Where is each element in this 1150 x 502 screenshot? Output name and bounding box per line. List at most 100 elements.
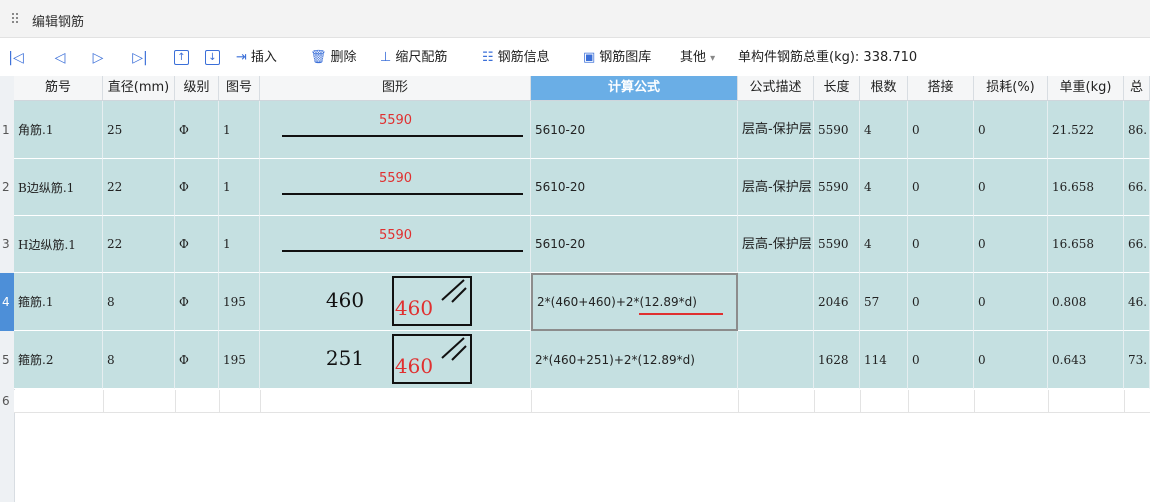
cell-lap[interactable]: 0	[908, 159, 974, 216]
cell-shape[interactable]: 5590	[260, 159, 531, 216]
cell-length[interactable]: 5590	[814, 101, 860, 159]
prev-record-button[interactable]: ◁	[52, 44, 68, 72]
row-number[interactable]: 2	[0, 159, 14, 216]
cell-count[interactable]: 4	[860, 159, 908, 216]
cell-figure-no[interactable]: 1	[219, 101, 260, 159]
cell-lap[interactable]: 0	[908, 101, 974, 159]
table-row[interactable]: 角筋.1 25 Φ 1 5590 5610-20 层高-保护层 5590 4 0 0 21.522 86…	[14, 101, 1150, 159]
cell-diameter[interactable]: 8	[103, 331, 175, 389]
move-down-button[interactable]: ↓	[205, 50, 220, 65]
cell-count[interactable]: 4	[860, 216, 908, 273]
cell-lap[interactable]: 0	[908, 273, 974, 331]
cell-count[interactable]: 4	[860, 101, 908, 159]
insert-button[interactable]: ⇥ 插入	[236, 44, 277, 72]
cell-total[interactable]: 46.	[1124, 273, 1150, 331]
cell-diameter[interactable]: 8	[103, 273, 175, 331]
col-header-diameter[interactable]: 直径(mm)	[103, 76, 175, 100]
cell-length[interactable]: 5590	[814, 216, 860, 273]
cell-lap[interactable]: 0	[908, 331, 974, 389]
cell-formula[interactable]: 2*(460+251)+2*(12.89*d)	[531, 331, 738, 389]
cell-unit-weight[interactable]: 0.643	[1048, 331, 1124, 389]
col-header-bar-no[interactable]: 筋号	[14, 76, 103, 100]
delete-button[interactable]: 🗑 删除	[310, 44, 357, 72]
cell-count[interactable]: 114	[860, 331, 908, 389]
row-number[interactable]: 4	[0, 273, 14, 331]
cell-grade[interactable]: Φ	[175, 331, 219, 389]
cell-diameter[interactable]: 22	[103, 216, 175, 273]
cell-length[interactable]: 5590	[814, 159, 860, 216]
table-row[interactable]: B边纵筋.1 22 Φ 1 5590 5610-20 层高-保护层 5590 4 0 0 16.658…	[14, 159, 1150, 216]
cell-loss[interactable]: 0	[974, 101, 1048, 159]
cell-bar-no[interactable]: 箍筋.1	[14, 273, 103, 331]
col-header-total[interactable]: 总	[1124, 76, 1150, 100]
cell-formula[interactable]: 5610-20	[531, 101, 738, 159]
cell-formula[interactable]: 2*(460+460)+2*(12.89*d)	[531, 273, 738, 331]
last-record-button[interactable]: ▷|	[132, 44, 148, 72]
cell-total[interactable]: 66.	[1124, 216, 1150, 273]
cell-bar-no[interactable]: H边纵筋.1	[14, 216, 103, 273]
cell-formula-desc[interactable]	[738, 273, 814, 331]
cell-bar-no[interactable]: 角筋.1	[14, 101, 103, 159]
cell-shape[interactable]: 5590	[260, 101, 531, 159]
cell-figure-no[interactable]: 195	[219, 331, 260, 389]
col-header-formula-desc[interactable]: 公式描述	[738, 76, 814, 100]
cell-formula[interactable]: 5610-20	[531, 216, 738, 273]
col-header-count[interactable]: 根数	[860, 76, 908, 100]
cell-shape[interactable]: 460 460	[260, 273, 531, 331]
col-header-loss[interactable]: 损耗(%)	[974, 76, 1048, 100]
cell-unit-weight[interactable]: 21.522	[1048, 101, 1124, 159]
cell-total[interactable]: 86.	[1124, 101, 1150, 159]
table-row[interactable]: 箍筋.2 8 Φ 195 251 460 2*(460+251)+2*(12.89*d) 16…	[14, 331, 1150, 389]
cell-total[interactable]: 73.	[1124, 331, 1150, 389]
cell-bar-no[interactable]: B边纵筋.1	[14, 159, 103, 216]
cell-grade[interactable]: Φ	[175, 101, 219, 159]
col-header-figure-no[interactable]: 图号	[219, 76, 260, 100]
cell-unit-weight[interactable]: 16.658	[1048, 216, 1124, 273]
drag-grip-icon[interactable]	[12, 13, 20, 25]
cell-grade[interactable]: Φ	[175, 273, 219, 331]
table-row[interactable]: 箍筋.1 8 Φ 195 460 460 2*(460+460)+2*(12.89*d) 20…	[14, 273, 1150, 331]
row-number[interactable]: 5	[0, 331, 14, 389]
cell-diameter[interactable]: 22	[103, 159, 175, 216]
rebar-library-button[interactable]: ▣ 钢筋图库	[583, 44, 651, 72]
row-number[interactable]: 3	[0, 216, 14, 273]
col-header-lap[interactable]: 搭接	[908, 76, 974, 100]
cell-grade[interactable]: Φ	[175, 159, 219, 216]
cell-count[interactable]: 57	[860, 273, 908, 331]
empty-table-row[interactable]	[14, 390, 1150, 413]
cell-loss[interactable]: 0	[974, 159, 1048, 216]
cell-lap[interactable]: 0	[908, 216, 974, 273]
cell-total[interactable]: 66.	[1124, 159, 1150, 216]
cell-figure-no[interactable]: 1	[219, 216, 260, 273]
cell-figure-no[interactable]: 1	[219, 159, 260, 216]
cell-formula-desc[interactable]	[738, 331, 814, 389]
row-number[interactable]: 1	[0, 101, 14, 159]
cell-formula[interactable]: 5610-20	[531, 159, 738, 216]
move-up-button[interactable]: ↑	[174, 50, 189, 65]
scale-rebar-button[interactable]: ⊥ 缩尺配筋	[380, 44, 447, 72]
cell-loss[interactable]: 0	[974, 331, 1048, 389]
cell-length[interactable]: 2046	[814, 273, 860, 331]
col-header-length[interactable]: 长度	[814, 76, 860, 100]
next-record-button[interactable]: ▷	[90, 44, 106, 72]
col-header-unit-weight[interactable]: 单重(kg)	[1048, 76, 1124, 100]
col-header-shape[interactable]: 图形	[260, 76, 531, 100]
cell-formula-desc[interactable]: 层高-保护层	[738, 101, 814, 159]
first-record-button[interactable]: |◁	[8, 44, 24, 72]
rebar-info-button[interactable]: ☷ 钢筋信息	[482, 44, 550, 72]
cell-shape[interactable]: 251 460	[260, 331, 531, 389]
col-header-grade[interactable]: 级别	[175, 76, 219, 100]
other-menu[interactable]: 其他 ▾	[680, 44, 715, 72]
col-header-formula[interactable]: 计算公式	[531, 76, 738, 100]
cell-grade[interactable]: Φ	[175, 216, 219, 273]
table-row[interactable]: H边纵筋.1 22 Φ 1 5590 5610-20 层高-保护层 5590 4 0 0 16.658…	[14, 216, 1150, 273]
cell-diameter[interactable]: 25	[103, 101, 175, 159]
cell-formula-desc[interactable]: 层高-保护层	[738, 216, 814, 273]
cell-formula-desc[interactable]: 层高-保护层	[738, 159, 814, 216]
cell-unit-weight[interactable]: 16.658	[1048, 159, 1124, 216]
cell-length[interactable]: 1628	[814, 331, 860, 389]
cell-shape[interactable]: 5590	[260, 216, 531, 273]
cell-figure-no[interactable]: 195	[219, 273, 260, 331]
cell-loss[interactable]: 0	[974, 216, 1048, 273]
cell-loss[interactable]: 0	[974, 273, 1048, 331]
